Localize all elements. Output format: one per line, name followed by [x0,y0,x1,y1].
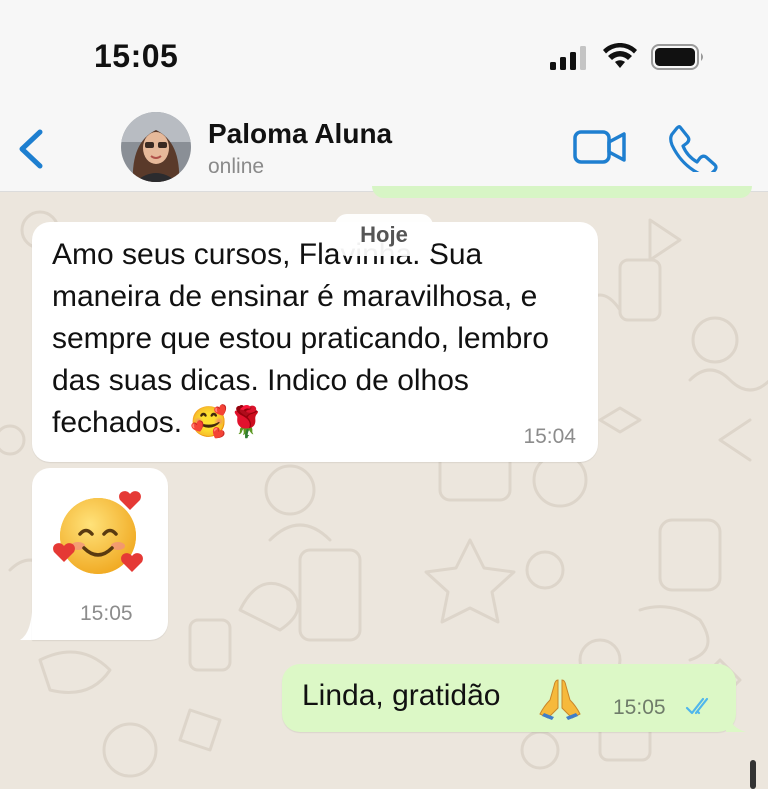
status-time: 15:05 [94,38,179,74]
contact-status: online [208,155,265,178]
back-button[interactable] [14,128,48,170]
status-bar: 15:05 [0,0,768,100]
date-chip: Hoje [335,214,433,256]
chat-header: Paloma Aluna online [0,100,768,192]
folded-hands-emoji [539,679,581,720]
message-time: 15:05 [613,696,666,719]
outgoing-message-bubble[interactable]: Linda, gratidão 15:05 [282,664,736,732]
double-check-icon [685,697,709,715]
message-text: Amo seus cursos, Flavinha. Sua maneira d… [52,238,549,439]
signal-icon [550,46,586,70]
message-time: 15:05 [80,602,133,625]
contact-name[interactable]: Paloma Aluna [208,118,392,150]
video-call-button[interactable] [572,127,628,167]
battery-icon [651,44,703,70]
bubble-tail [726,710,746,732]
smiling-face-with-hearts-emoji [53,491,143,574]
incoming-message-bubble[interactable]: Amo seus cursos, Flavinha. Sua maneira d… [32,222,598,462]
wifi-icon [603,43,637,68]
avatar[interactable] [121,112,191,182]
partial-previous-message [372,186,752,198]
voice-call-button[interactable] [668,122,718,172]
incoming-emoji-bubble[interactable]: 15:05 [32,468,168,640]
message-time: 15:04 [523,425,576,448]
scroll-indicator[interactable] [750,760,756,789]
message-text: Linda, gratidão [302,679,501,712]
